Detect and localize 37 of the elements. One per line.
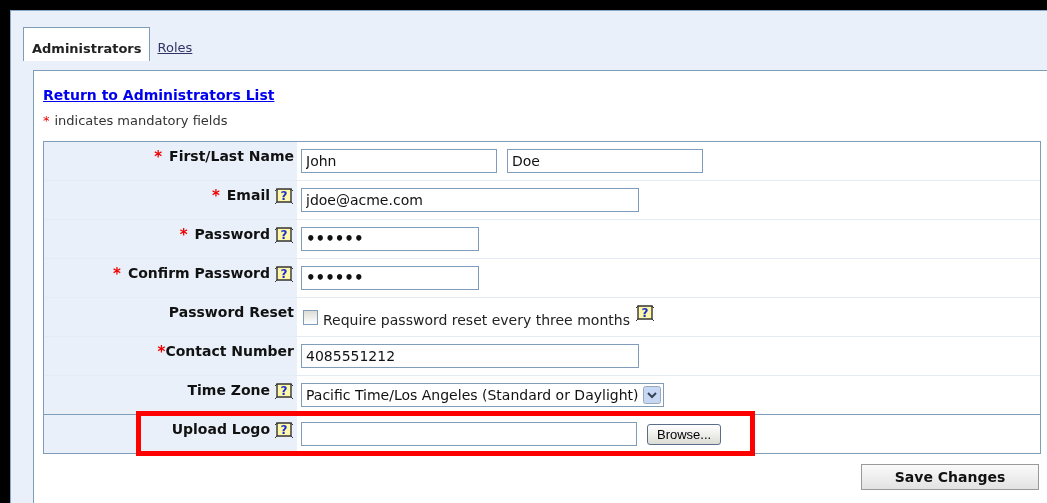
- last-name-field[interactable]: Doe: [507, 149, 703, 173]
- help-icon[interactable]: ?: [274, 382, 294, 401]
- tab[interactable]: Administrators: [23, 27, 150, 61]
- tab[interactable]: Roles: [149, 27, 200, 60]
- help-icon[interactable]: ?: [274, 421, 294, 440]
- field-label: Upload Logo: [171, 421, 270, 437]
- browse-button[interactable]: Browse...: [647, 423, 722, 445]
- help-icon[interactable]: ?: [274, 265, 294, 284]
- field-label: Password Reset: [168, 304, 294, 320]
- help-icon[interactable]: ?: [274, 187, 294, 206]
- text-field[interactable]: 4085551212: [301, 344, 639, 368]
- help-icon[interactable]: ?: [274, 226, 294, 245]
- password-field[interactable]: ••••••: [301, 266, 479, 290]
- required-mark: *: [154, 148, 163, 166]
- field-label: Email: [226, 187, 270, 203]
- text-field[interactable]: jdoe@acme.com: [301, 188, 639, 212]
- checkbox-label: Require password reset every three months: [323, 312, 630, 328]
- help-icon[interactable]: ?: [634, 304, 655, 323]
- required-mark: *: [157, 343, 166, 361]
- required-mark: *: [211, 187, 220, 205]
- password-field[interactable]: ••••••: [301, 227, 479, 251]
- field-label: Confirm Password: [127, 265, 270, 281]
- field-label: Password: [194, 226, 270, 242]
- required-mark: *: [113, 265, 121, 283]
- return-link[interactable]: Return to Administrators List: [43, 87, 275, 103]
- time-zone-dropdown[interactable]: Pacific Time/Los Angeles (Standard or Daylight): [301, 383, 664, 407]
- first-name-field[interactable]: John: [301, 149, 497, 173]
- required-mark: *: [43, 113, 50, 128]
- required-mark: *: [179, 226, 188, 244]
- legend-text: indicates mandatory fields: [54, 113, 228, 128]
- field-label: Contact Number: [165, 343, 294, 359]
- save-button[interactable]: Save Changes: [861, 464, 1039, 490]
- file-path-field[interactable]: [301, 422, 637, 446]
- caret-icon[interactable]: [642, 386, 661, 404]
- checkbox[interactable]: [303, 310, 318, 325]
- field-label: Time Zone: [187, 382, 270, 398]
- field-label: First/Last Name: [169, 148, 294, 164]
